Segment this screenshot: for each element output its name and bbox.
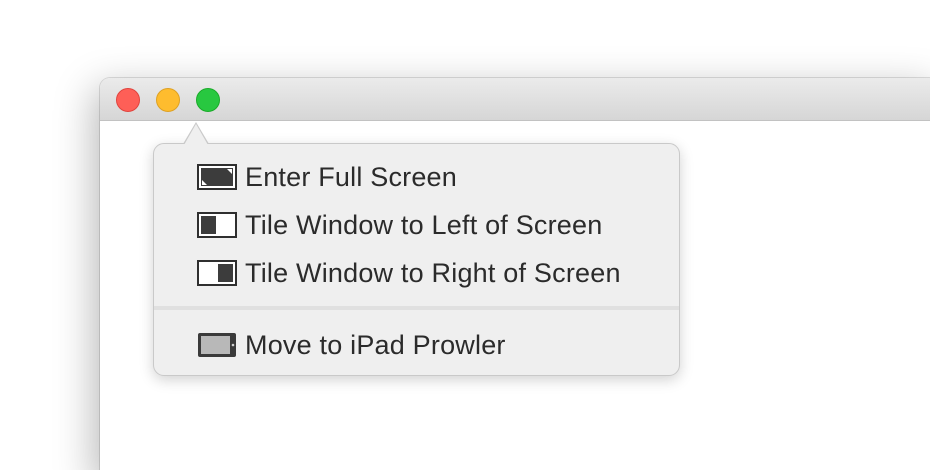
menu-item-enter-full-screen[interactable]: Enter Full Screen: [154, 157, 679, 197]
menu-item-move-to-ipad[interactable]: Move to iPad Prowler: [154, 325, 679, 365]
minimize-button[interactable]: [156, 88, 180, 112]
ipad-icon: [197, 332, 237, 358]
menu-item-label: Tile Window to Right of Screen: [245, 257, 621, 288]
menu-separator: [154, 306, 679, 310]
zoom-button[interactable]: [196, 88, 220, 112]
menu-item-tile-left[interactable]: Tile Window to Left of Screen: [154, 205, 679, 245]
fullscreen-icon: [197, 164, 237, 190]
menu-item-label: Tile Window to Left of Screen: [245, 209, 603, 240]
desktop: Enter Full Screen Tile Window to Left of…: [0, 0, 930, 470]
menu-item-label: Move to iPad Prowler: [245, 329, 506, 360]
tile-right-icon: [197, 260, 237, 286]
title-bar: [100, 78, 930, 121]
tile-left-icon: [197, 212, 237, 238]
window-tiling-menu: Enter Full Screen Tile Window to Left of…: [153, 143, 680, 376]
menu-item-label: Enter Full Screen: [245, 161, 457, 192]
menu-item-tile-right[interactable]: Tile Window to Right of Screen: [154, 253, 679, 293]
close-button[interactable]: [116, 88, 140, 112]
